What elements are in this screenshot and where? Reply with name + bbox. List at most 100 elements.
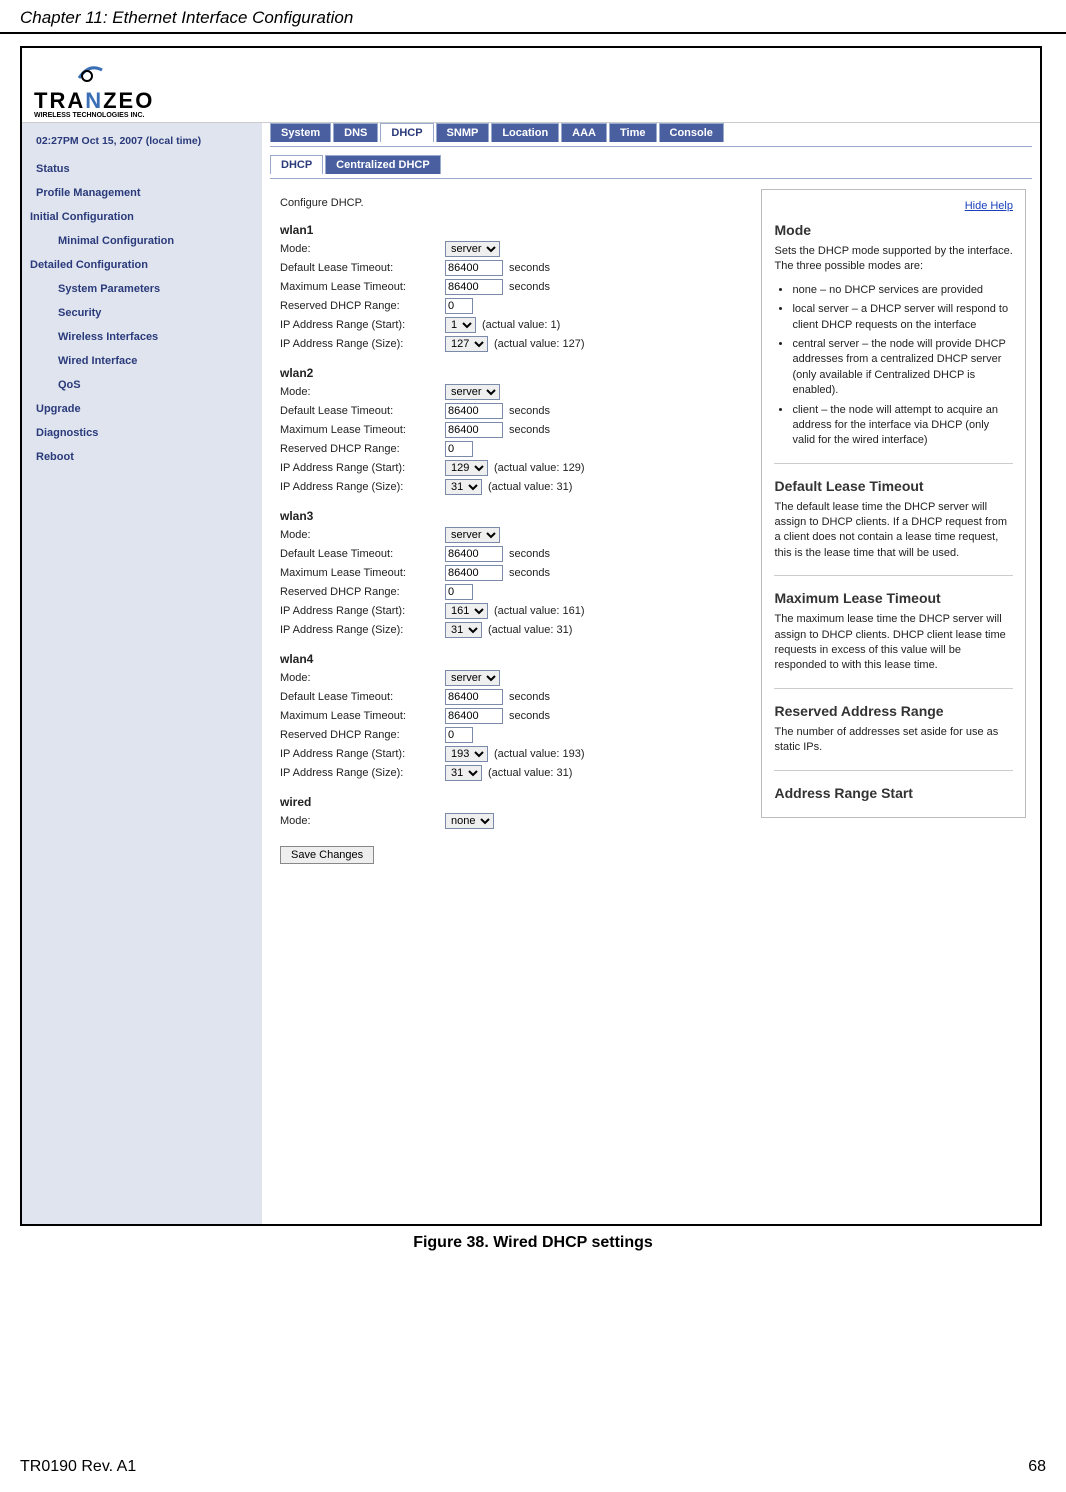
- wlan1-default-lease-input[interactable]: [445, 260, 503, 276]
- sidebar-item-system-parameters[interactable]: System Parameters: [22, 277, 262, 301]
- label-ip-start: IP Address Range (Start):: [280, 748, 445, 760]
- wlan2-default-lease-input[interactable]: [445, 403, 503, 419]
- seconds-label: seconds: [509, 567, 550, 579]
- section-wlan1-title: wlan1: [280, 223, 726, 237]
- wlan1-reserved-input[interactable]: [445, 298, 473, 314]
- wlan4-default-lease-input[interactable]: [445, 689, 503, 705]
- sidebar-header-detailed-config[interactable]: Detailed Configuration: [22, 253, 262, 277]
- wlan4-mode-select[interactable]: server: [445, 670, 500, 686]
- seconds-label: seconds: [509, 405, 550, 417]
- tab-aaa[interactable]: AAA: [561, 123, 607, 142]
- seconds-label: seconds: [509, 262, 550, 274]
- wlan3-ip-start-select[interactable]: 161: [445, 603, 488, 619]
- help-dlt-desc: The default lease time the DHCP server w…: [774, 500, 1013, 562]
- help-mode-li4: client – the node will attempt to acquir…: [792, 403, 1013, 449]
- datetime-text: 02:27PM Oct 15, 2007 (local time): [22, 131, 262, 157]
- sidebar-item-wireless-interfaces[interactable]: Wireless Interfaces: [22, 325, 262, 349]
- main-tabs: System DNS DHCP SNMP Location AAA Time C…: [270, 123, 1040, 142]
- label-ip-size: IP Address Range (Size):: [280, 767, 445, 779]
- help-mode-desc: Sets the DHCP mode supported by the inte…: [774, 244, 1013, 275]
- wlan3-max-lease-input[interactable]: [445, 565, 503, 581]
- section-wlan3-title: wlan3: [280, 509, 726, 523]
- sidebar-item-status[interactable]: Status: [22, 157, 262, 181]
- logo-text: TRANZEO WIRELESS TECHNOLOGIES INC.: [34, 88, 1028, 119]
- wlan3-mode-select[interactable]: server: [445, 527, 500, 543]
- wlan2-ip-start-select[interactable]: 129: [445, 460, 488, 476]
- intro-text: Configure DHCP.: [280, 197, 726, 209]
- sidebar-header-initial-config[interactable]: Initial Configuration: [22, 205, 262, 229]
- sidebar-item-security[interactable]: Security: [22, 301, 262, 325]
- help-rar-desc: The number of addresses set aside for us…: [774, 725, 1013, 756]
- footer-rev: TR0190 Rev. A1: [20, 1458, 136, 1476]
- tab-system[interactable]: System: [270, 123, 331, 142]
- help-mode-li1: none – no DHCP services are provided: [792, 283, 1013, 298]
- label-ip-size: IP Address Range (Size):: [280, 624, 445, 636]
- wlan4-ip-size-select[interactable]: 31: [445, 765, 482, 781]
- label-max-lease: Maximum Lease Timeout:: [280, 710, 445, 722]
- sidebar-item-reboot[interactable]: Reboot: [22, 445, 262, 469]
- form-area: Configure DHCP. wlan1 Mode: server Defau…: [262, 179, 744, 874]
- logo-mid: N: [85, 88, 103, 113]
- help-rar-title: Reserved Address Range: [774, 703, 1013, 719]
- wlan2-reserved-input[interactable]: [445, 441, 473, 457]
- tab-time[interactable]: Time: [609, 123, 656, 142]
- tab-dhcp[interactable]: DHCP: [380, 123, 433, 142]
- tab-dns[interactable]: DNS: [333, 123, 378, 142]
- subtab-centralized-dhcp[interactable]: Centralized DHCP: [325, 155, 441, 174]
- help-mode-li3: central server – the node will provide D…: [792, 337, 1013, 399]
- hide-help-link[interactable]: Hide Help: [965, 200, 1013, 212]
- label-max-lease: Maximum Lease Timeout:: [280, 567, 445, 579]
- help-dlt-title: Default Lease Timeout: [774, 478, 1013, 494]
- label-reserved: Reserved DHCP Range:: [280, 300, 445, 312]
- wlan1-max-lease-input[interactable]: [445, 279, 503, 295]
- tranzeo-logo-icon: [74, 58, 104, 88]
- sidebar-item-profile-management[interactable]: Profile Management: [22, 181, 262, 205]
- label-default-lease: Default Lease Timeout:: [280, 691, 445, 703]
- label-mode: Mode:: [280, 815, 445, 827]
- logo-area: TRANZEO WIRELESS TECHNOLOGIES INC.: [22, 48, 1040, 123]
- label-default-lease: Default Lease Timeout:: [280, 405, 445, 417]
- label-mode: Mode:: [280, 529, 445, 541]
- section-wired-title: wired: [280, 795, 726, 809]
- tab-console[interactable]: Console: [659, 123, 724, 142]
- tab-location[interactable]: Location: [491, 123, 559, 142]
- label-reserved: Reserved DHCP Range:: [280, 443, 445, 455]
- label-mode: Mode:: [280, 243, 445, 255]
- sidebar-item-diagnostics[interactable]: Diagnostics: [22, 421, 262, 445]
- label-ip-start: IP Address Range (Start):: [280, 605, 445, 617]
- label-default-lease: Default Lease Timeout:: [280, 262, 445, 274]
- subtab-dhcp[interactable]: DHCP: [270, 155, 323, 174]
- wlan2-max-lease-input[interactable]: [445, 422, 503, 438]
- help-panel: Hide Help Mode Sets the DHCP mode suppor…: [761, 189, 1026, 818]
- label-ip-start: IP Address Range (Start):: [280, 319, 445, 331]
- wlan3-ip-size-select[interactable]: 31: [445, 622, 482, 638]
- seconds-label: seconds: [509, 424, 550, 436]
- sidebar: 02:27PM Oct 15, 2007 (local time) Status…: [22, 123, 262, 1224]
- label-max-lease: Maximum Lease Timeout:: [280, 424, 445, 436]
- wlan2-mode-select[interactable]: server: [445, 384, 500, 400]
- wlan1-ip-start-select[interactable]: 1: [445, 317, 476, 333]
- help-ars-title: Address Range Start: [774, 785, 1013, 801]
- wlan1-ip-size-select[interactable]: 127: [445, 336, 488, 352]
- save-changes-button[interactable]: Save Changes: [280, 846, 374, 864]
- wlan3-default-lease-input[interactable]: [445, 546, 503, 562]
- seconds-label: seconds: [509, 548, 550, 560]
- wlan2-ip-size-select[interactable]: 31: [445, 479, 482, 495]
- wlan1-mode-select[interactable]: server: [445, 241, 500, 257]
- wlan1-ip-size-actual: (actual value: 127): [494, 338, 585, 350]
- tab-snmp[interactable]: SNMP: [436, 123, 490, 142]
- wlan4-max-lease-input[interactable]: [445, 708, 503, 724]
- wlan2-ip-size-actual: (actual value: 31): [488, 481, 572, 493]
- wlan4-ip-start-select[interactable]: 193: [445, 746, 488, 762]
- sidebar-item-upgrade[interactable]: Upgrade: [22, 397, 262, 421]
- sidebar-item-wired-interface[interactable]: Wired Interface: [22, 349, 262, 373]
- logo-pre: TRA: [34, 88, 85, 113]
- wlan3-reserved-input[interactable]: [445, 584, 473, 600]
- chapter-header: Chapter 11: Ethernet Interface Configura…: [0, 0, 1066, 34]
- wlan4-reserved-input[interactable]: [445, 727, 473, 743]
- sidebar-item-qos[interactable]: QoS: [22, 373, 262, 397]
- wlan3-ip-start-actual: (actual value: 161): [494, 605, 585, 617]
- help-mode-li2: local server – a DHCP server will respon…: [792, 302, 1013, 333]
- sidebar-item-minimal-config[interactable]: Minimal Configuration: [22, 229, 262, 253]
- wired-mode-select[interactable]: none: [445, 813, 494, 829]
